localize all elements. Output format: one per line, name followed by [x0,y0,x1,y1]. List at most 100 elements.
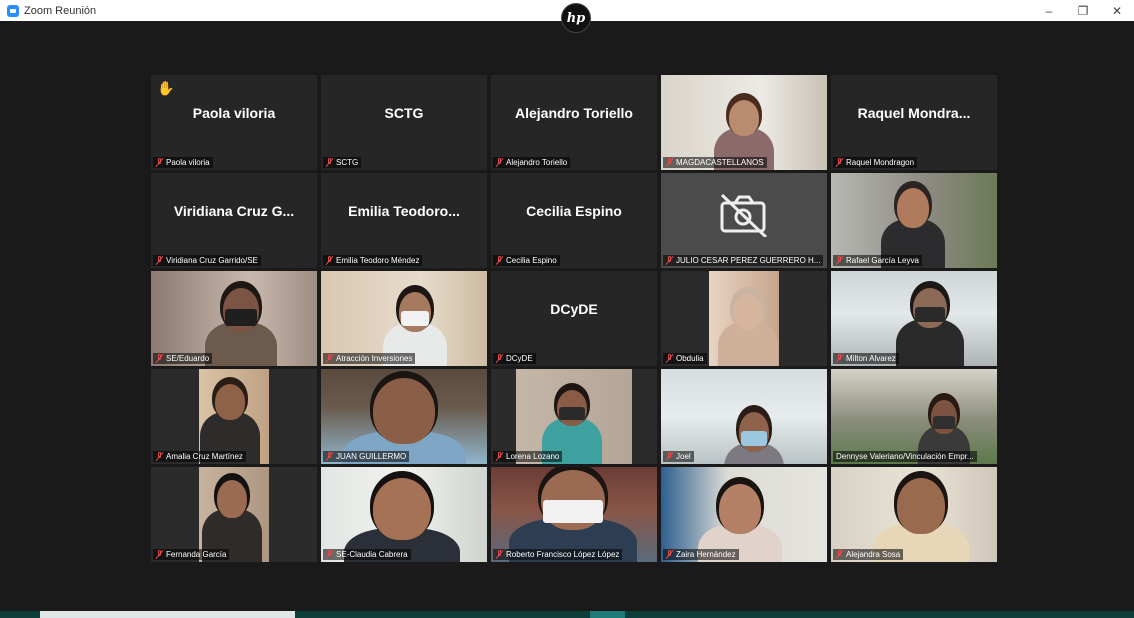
participant-tile[interactable]: Obdulia [661,271,827,366]
muted-mic-icon [156,452,163,461]
participant-tile[interactable]: Fernanda García [151,467,317,562]
participant-tile[interactable]: Alejandro Toriello Alejandro Toriello [491,75,657,170]
participant-tile[interactable]: Cecilia Espino Cecilia Espino [491,173,657,268]
participant-name-label: JULIO CESAR PEREZ GUERRERO H... [663,255,824,266]
person-face [733,294,763,330]
participant-name: Fernanda García [166,550,227,559]
muted-mic-icon [326,354,333,363]
participant-tile[interactable]: Dennyse Valeriano/Vinculación Empr... [831,369,997,464]
participant-name-label: Alejandro Toriello [493,157,571,168]
face-mask [933,415,955,429]
maximize-button[interactable]: ❐ [1066,0,1100,21]
participant-name-label: Milton Alvarez [833,353,899,364]
person-face [217,480,247,518]
participant-name-label: Dennyse Valeriano/Vinculación Empr... [833,451,977,462]
participant-video [321,369,487,464]
face-mask [741,431,767,447]
participant-video [151,369,317,464]
participant-display-name: Alejandro Toriello [515,105,633,121]
muted-mic-icon [326,452,333,461]
participant-name: Atracción Inversiones [336,354,413,363]
participant-tile[interactable]: MAGDACASTELLANOS [661,75,827,170]
camera-off-icon [720,193,768,237]
muted-mic-icon [156,550,163,559]
muted-mic-icon [496,256,503,265]
participant-name: Viridiana Cruz Garrido/SE [166,256,258,265]
participant-name: DCyDE [506,354,533,363]
participant-video [831,271,997,366]
face-mask [543,500,603,523]
muted-mic-icon [666,256,673,265]
muted-mic-icon [666,158,673,167]
muted-mic-icon [666,354,673,363]
participant-name-label: MAGDACASTELLANOS [663,157,767,168]
person-face [215,384,245,420]
participant-name-label: Lorena Lozano [493,451,563,462]
participant-tile[interactable]: JULIO CESAR PEREZ GUERRERO H... [661,173,827,268]
face-mask [401,311,429,327]
participant-video [661,467,827,562]
participant-tile[interactable]: Amalia Cruz Martínez [151,369,317,464]
participant-name-label: Viridiana Cruz Garrido/SE [153,255,261,266]
participant-name: Obdulia [676,354,704,363]
person-face [373,478,431,540]
muted-mic-icon [326,256,333,265]
participant-tile[interactable]: SE/Eduardo [151,271,317,366]
participant-name: JULIO CESAR PEREZ GUERRERO H... [676,256,821,265]
participant-video [661,75,827,170]
person-face [897,188,929,228]
participant-tile[interactable]: Emilia Teodoro... Emilia Teodoro Méndez [321,173,487,268]
participant-name-label: Raquel Mondragon [833,157,918,168]
participant-name: Raquel Mondragon [846,158,915,167]
face-mask [225,309,257,326]
participant-name: Alejandra Sosa [846,550,901,559]
participant-name: Paola viloria [166,158,210,167]
participant-tile[interactable]: Roberto Francisco López López [491,467,657,562]
participant-video [491,467,657,562]
taskbar-segment-active [590,611,625,618]
participant-name: Emilia Teodoro Méndez [336,256,420,265]
minimize-button[interactable]: – [1032,0,1066,21]
taskbar-segment [40,611,295,618]
participant-tile[interactable]: SE-Claudia Cabrera [321,467,487,562]
participant-display-name: DCyDE [550,301,598,317]
muted-mic-icon [156,256,163,265]
face-mask [915,307,945,323]
muted-mic-icon [666,452,673,461]
participant-name: Zaira Hernández [676,550,736,559]
participant-name: Joel [676,452,691,461]
participant-video [831,173,997,268]
participant-tile[interactable]: JUAN GUILLERMO [321,369,487,464]
participant-tile[interactable]: Joel [661,369,827,464]
participant-name: Cecilia Espino [506,256,557,265]
participant-name-label: Emilia Teodoro Méndez [323,255,423,266]
participant-tile[interactable]: DCyDE DCyDE [491,271,657,366]
participant-name-label: Alejandra Sosa [833,549,904,560]
participant-tile[interactable]: Milton Alvarez [831,271,997,366]
close-button[interactable]: ✕ [1100,0,1134,21]
participant-name-label: Paola viloria [153,157,213,168]
participant-name-label: Cecilia Espino [493,255,560,266]
person-face [719,484,761,534]
participant-name-label: Joel [663,451,694,462]
participant-name: Rafael García Leyva [846,256,919,265]
participant-tile[interactable]: Alejandra Sosa [831,467,997,562]
participant-video [491,369,657,464]
participant-tile[interactable]: Zaira Hernández [661,467,827,562]
participant-tile[interactable]: Raquel Mondra... Raquel Mondragon [831,75,997,170]
raised-hand-icon: ✋ [157,80,175,96]
participant-display-name: Viridiana Cruz G... [173,203,295,219]
participant-video [831,369,997,464]
participant-video [321,271,487,366]
participant-name: Roberto Francisco López López [506,550,620,559]
participant-tile[interactable]: Paola viloria ✋ Paola viloria [151,75,317,170]
participant-tile[interactable]: Viridiana Cruz G... Viridiana Cruz Garrid… [151,173,317,268]
participant-tile[interactable]: Lorena Lozano [491,369,657,464]
muted-mic-icon [496,452,503,461]
participant-video [831,467,997,562]
participant-tile[interactable]: Rafael García Leyva [831,173,997,268]
participant-tile[interactable]: SCTG SCTG [321,75,487,170]
window-title: Zoom Reunión [24,4,97,17]
participant-display-name: SCTG [384,105,424,121]
participant-tile[interactable]: Atracción Inversiones [321,271,487,366]
